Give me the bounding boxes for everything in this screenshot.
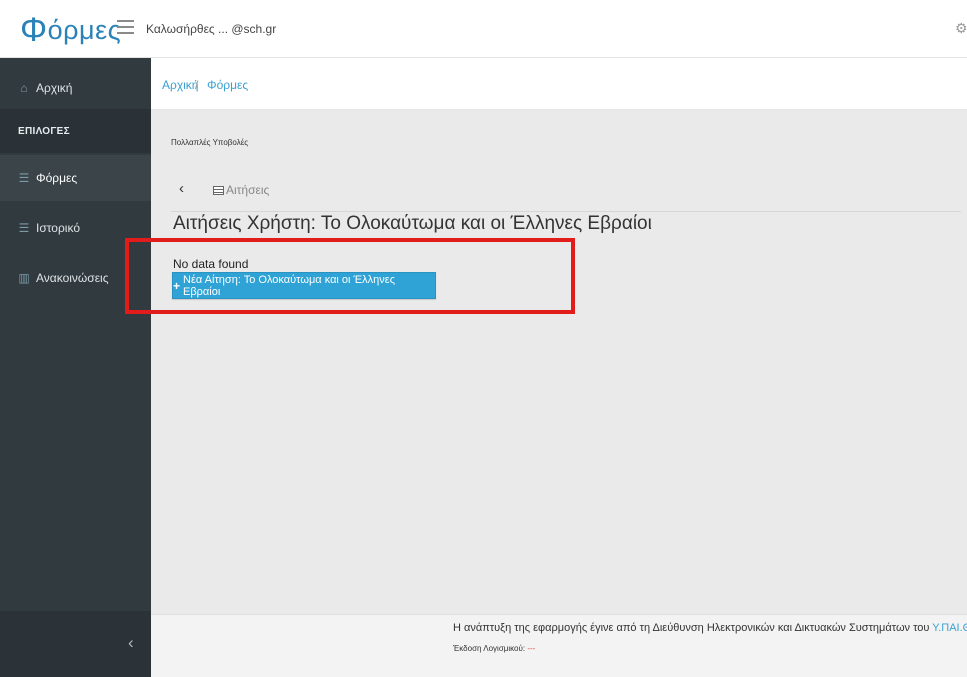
- tab-label: Αιτήσεις: [226, 183, 270, 197]
- home-icon: ⌂: [20, 81, 28, 95]
- breadcrumb: Αρχική / Φόρμες: [151, 58, 967, 110]
- new-application-button[interactable]: + Νέα Αίτηση: Το Ολοκαύτωμα και οι Έλληνε…: [172, 272, 436, 299]
- gear-icon[interactable]: ⚙: [955, 20, 967, 37]
- breadcrumb-forms-link[interactable]: Φόρμες: [207, 78, 248, 92]
- divider: [171, 211, 961, 212]
- empty-state-message: No data found: [173, 257, 249, 271]
- button-label: Νέα Αίτηση: Το Ολοκαύτωμα και οι Έλληνες…: [183, 273, 395, 298]
- user-greeting: Καλωσήρθες ... @sch.gr: [146, 22, 277, 36]
- footer-credit: Η ανάπτυξη της εφαρμογής έγινε από τη Δι…: [453, 622, 967, 634]
- sidebar-collapse-button[interactable]: ‹: [0, 611, 151, 677]
- sidebar-item-label: Φόρμες: [36, 171, 78, 185]
- sidebar-item-label: Ανακοινώσεις: [36, 271, 109, 285]
- list-icon: ☰: [18, 221, 30, 235]
- sidebar-item-label: Ιστορικό: [36, 221, 81, 235]
- chevron-left-icon[interactable]: ‹: [179, 180, 184, 197]
- breadcrumb-separator: /: [195, 78, 199, 92]
- sidebar-item-announcements[interactable]: ▥ Ανακοινώσεις: [0, 255, 151, 301]
- footer: Η ανάπτυξη της εφαρμογής έγινε από τη Δι…: [151, 614, 967, 677]
- software-version: Έκδοση Λογισμικού: ---: [453, 644, 535, 653]
- plus-icon: +: [173, 278, 181, 293]
- footer-credit-text: Η ανάπτυξη της εφαρμογής έγινε από τη Δι…: [453, 622, 933, 634]
- logo-rest: όρμες: [47, 15, 122, 45]
- page-subtitle: Πολλαπλές Υποβολές: [171, 138, 249, 147]
- logo-initial: Φ: [20, 11, 48, 49]
- sidebar-item-forms[interactable]: ☰ Φόρμες: [0, 155, 151, 201]
- page-title: Αιτήσεις Χρήστη: Το Ολοκαύτωμα και οι Έλ…: [173, 213, 652, 234]
- sidebar-item-home[interactable]: ⌂ Αρχική: [0, 67, 151, 109]
- breadcrumb-home-link[interactable]: Αρχική: [162, 78, 198, 92]
- ministry-link[interactable]: Υ.ΠΑΙ.Θ.: [932, 622, 967, 634]
- list-icon: ☰: [18, 171, 30, 185]
- sidebar-item-label: Αρχική: [36, 81, 73, 95]
- sidebar: ⌂ Αρχική ΕΠΙΛΟΓΕΣ ☰ Φόρμες ☰ Ιστορικό ▥ …: [0, 58, 151, 677]
- chevron-left-icon: ‹: [128, 633, 134, 652]
- sidebar-section-heading: ΕΠΙΛΟΓΕΣ: [0, 109, 151, 153]
- app-logo[interactable]: Φόρμες: [20, 9, 122, 49]
- main-content: Πολλαπλές Υποβολές ‹ Αιτήσεις Αιτήσεις Χ…: [125, 110, 967, 614]
- tab-applications[interactable]: Αιτήσεις: [213, 183, 269, 197]
- hamburger-menu-icon[interactable]: [117, 20, 134, 34]
- top-header: Φόρμες Καλωσήρθες ... @sch.gr ⚙: [0, 0, 967, 58]
- sidebar-item-history[interactable]: ☰ Ιστορικό: [0, 205, 151, 251]
- table-icon: [213, 186, 224, 195]
- version-value: ---: [527, 644, 536, 653]
- book-icon: ▥: [18, 271, 30, 285]
- version-label: Έκδοση Λογισμικού:: [453, 644, 526, 653]
